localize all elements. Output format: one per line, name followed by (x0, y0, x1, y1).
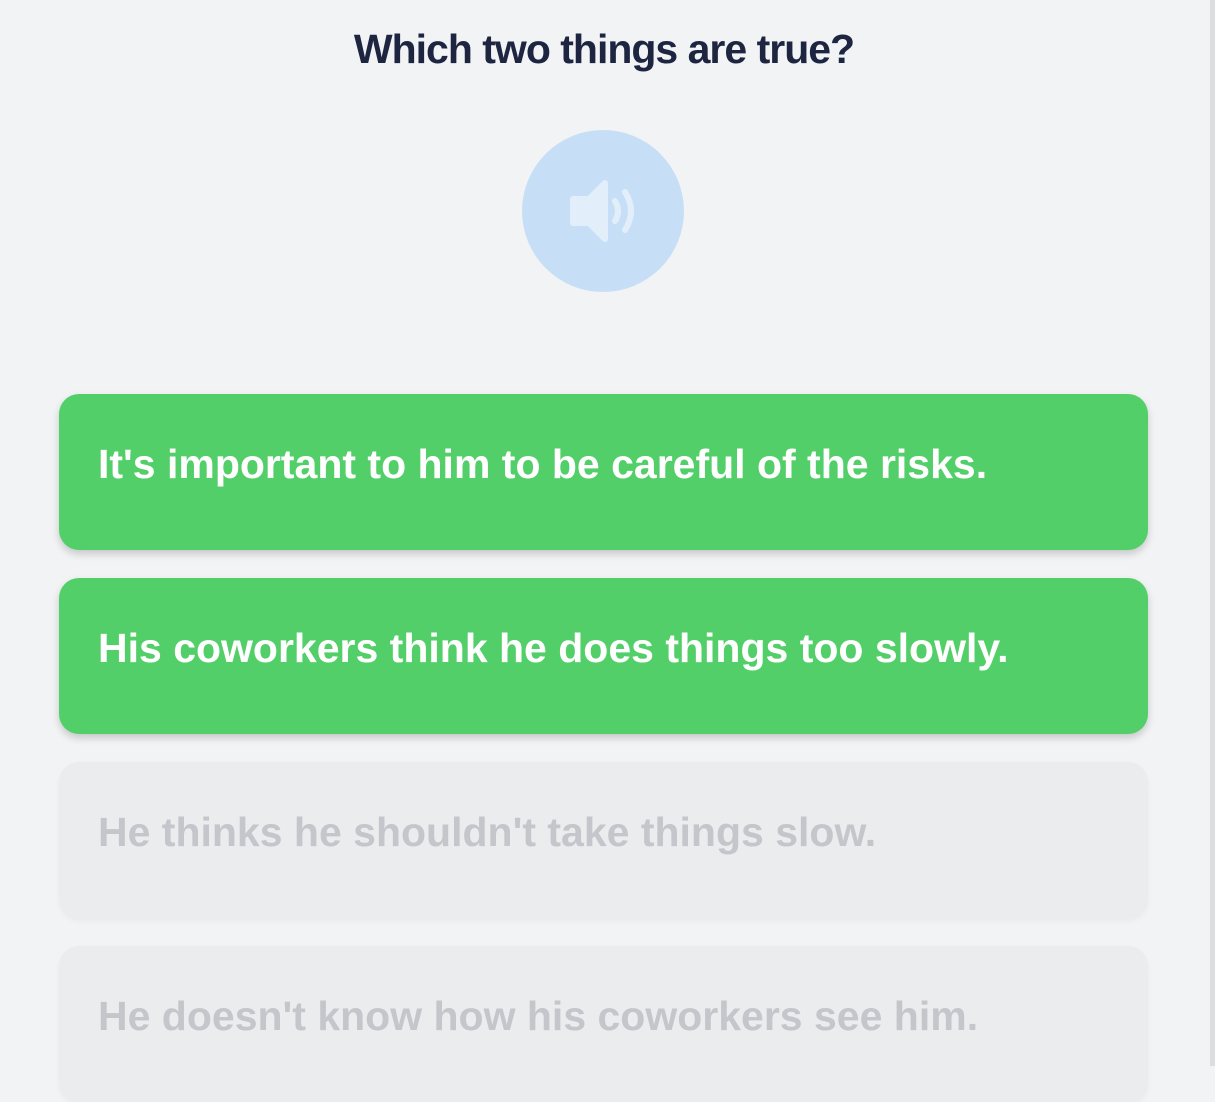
audio-play-button[interactable] (522, 130, 684, 292)
question-title: Which two things are true? (353, 26, 855, 72)
answer-option-2[interactable]: His coworkers think he does things too s… (59, 578, 1148, 734)
answer-option-4[interactable]: He doesn't know how his coworkers see hi… (59, 946, 1148, 1102)
scroll-edge (1210, 0, 1215, 1066)
answer-option-label: He doesn't know how his coworkers see hi… (98, 993, 979, 1039)
answer-option-label: His coworkers think he does things too s… (98, 625, 1009, 671)
answer-option-1[interactable]: It's important to him to be careful of t… (59, 394, 1148, 550)
answer-option-label: He thinks he shouldn't take things slow. (98, 809, 877, 855)
speaker-icon (570, 180, 634, 242)
answer-option-3[interactable]: He thinks he shouldn't take things slow. (59, 762, 1148, 918)
answer-option-label: It's important to him to be careful of t… (98, 441, 988, 487)
